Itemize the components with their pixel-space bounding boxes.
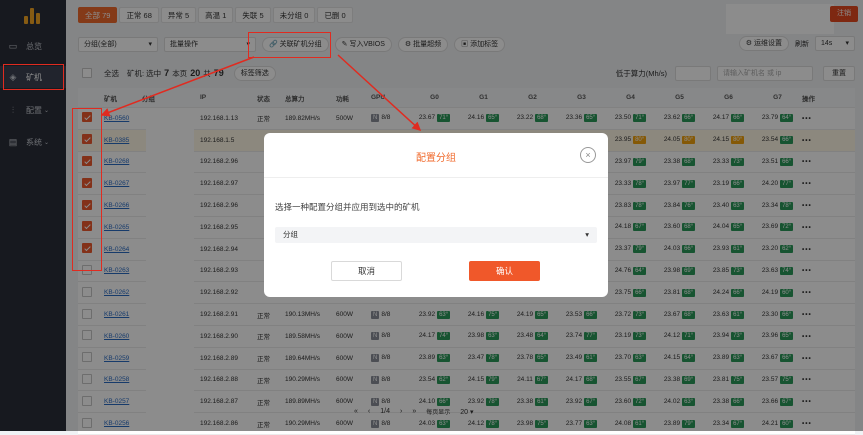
confirm-button[interactable]: 确认	[469, 261, 540, 281]
config-group-modal: 配置分组 × 选择一种配置分组并应用到选中的矿机 分组 ▾ 取消 确认	[264, 133, 608, 297]
cancel-button[interactable]: 取消	[331, 261, 402, 281]
group-config-select[interactable]: 分组 ▾	[275, 227, 597, 243]
close-icon[interactable]: ×	[580, 147, 596, 163]
modal-description: 选择一种配置分组并应用到选中的矿机	[275, 202, 420, 212]
modal-title: 配置分组	[416, 153, 456, 164]
modal-divider	[264, 177, 608, 178]
caret-down-icon: ▾	[585, 230, 589, 239]
